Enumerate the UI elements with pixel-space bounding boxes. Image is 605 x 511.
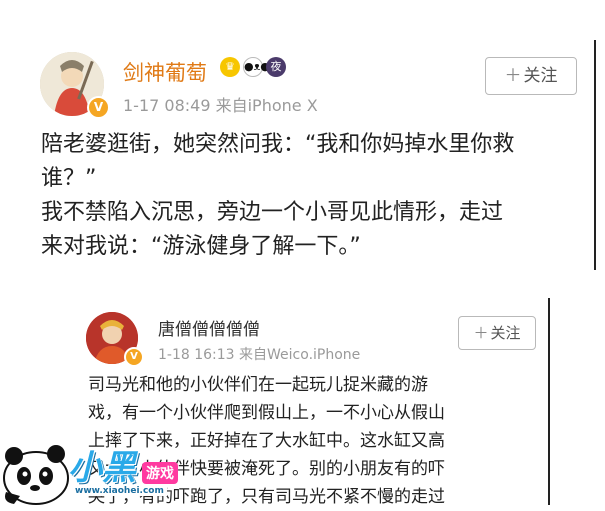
watermark-url: www.xiaohei.com	[72, 486, 167, 496]
plus-icon: ＋	[473, 324, 489, 342]
weibo-post-1: V 剑神葡萄 ♛ ●ᴥ● 夜 1-17 08:49 来自iPhone X ＋关注…	[25, 38, 592, 270]
verified-badge: V	[87, 96, 110, 119]
follow-button[interactable]: ＋关注	[485, 57, 577, 95]
plus-icon: ＋	[504, 66, 522, 86]
text-line: 司马光和他的小伙伴们在一起玩儿捉米藏的游	[88, 375, 428, 395]
follow-label: 关注	[490, 324, 521, 342]
watermark-brand: 小黑	[68, 448, 136, 488]
verified-badge: V	[124, 347, 144, 367]
user-badges: ♛ ●ᴥ● 夜	[220, 57, 286, 77]
panda-icon: ●ᴥ●	[243, 57, 270, 77]
post-meta: 1-17 08:49 来自iPhone X	[123, 92, 318, 116]
timestamp: 1-18 16:13	[158, 347, 235, 363]
text-line: 我不禁陷入沉思，旁边一个小哥见此情形，走过	[41, 200, 504, 225]
crown-icon: ♛	[220, 57, 240, 77]
follow-button[interactable]: ＋关注	[458, 316, 536, 350]
username[interactable]: 剑神葡萄	[123, 57, 207, 87]
post-text: 陪老婆逛街，她突然问我：“我和你妈掉水里你救 谁？” 我不禁陷入沉思，旁边一个小…	[41, 128, 581, 264]
follow-label: 关注	[523, 66, 558, 86]
text-line: 戏，有一个小伙伴爬到假山上，一不小心从假山	[88, 403, 445, 423]
night-badge: 夜	[266, 57, 286, 77]
post-source: 来自iPhone X	[215, 96, 318, 115]
text-line: 谁？”	[41, 166, 97, 191]
post-meta: 1-18 16:13 来自Weico.iPhone	[158, 344, 360, 364]
username[interactable]: 唐僧僧僧僧僧	[158, 315, 260, 340]
timestamp: 1-17 08:49	[123, 96, 211, 115]
text-line: 来对我说：“游泳健身了解一下。”	[41, 234, 361, 259]
divider	[594, 40, 596, 270]
watermark-tag: 游戏	[142, 462, 178, 484]
text-line: 陪老婆逛街，她突然问我：“我和你妈掉水里你救	[41, 132, 515, 157]
divider	[548, 298, 550, 505]
post-source: 来自Weico.iPhone	[239, 347, 361, 363]
